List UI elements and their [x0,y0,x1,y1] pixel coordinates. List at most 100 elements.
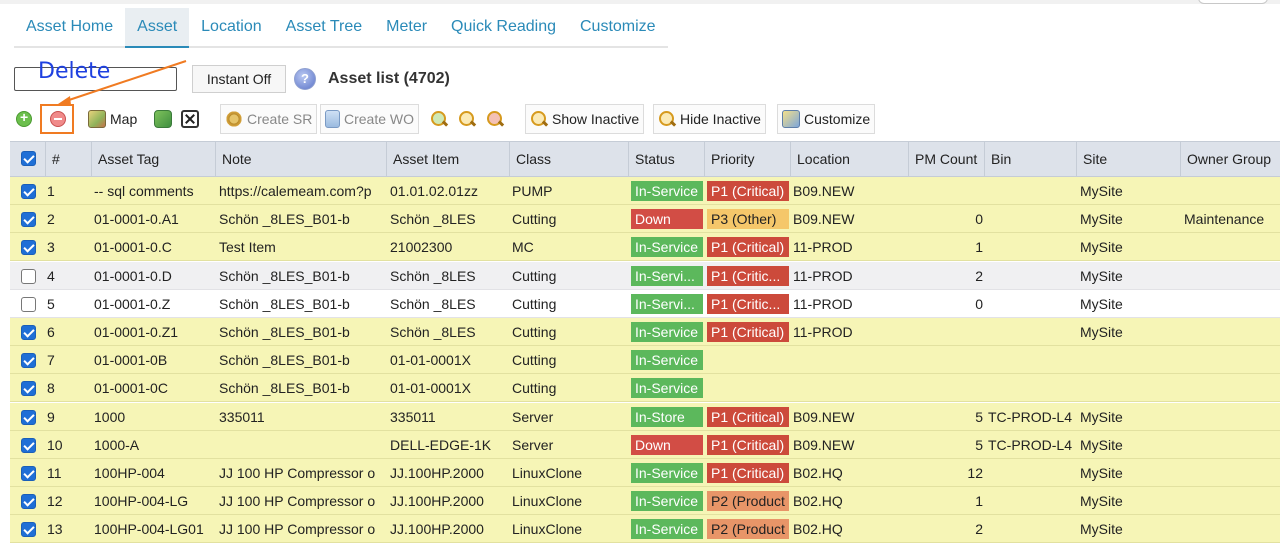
cell-class: LinuxClone [512,493,583,510]
add-button[interactable] [12,104,36,134]
tab-asset-tree[interactable]: Asset Tree [273,8,375,48]
customize-button[interactable]: Customize [777,104,876,134]
row-checkbox[interactable] [21,296,36,312]
cell-site [1080,374,1180,402]
cell-class: PUMP [512,183,553,199]
create-wo-button[interactable]: Create WO [320,104,420,134]
header-pm-count[interactable]: PM Count [909,142,985,176]
priority-badge: P1 (Critic... [707,293,789,314]
header-owner-group[interactable]: Owner Group [1181,142,1280,176]
cell-asset-tag[interactable]: 01-0001-0C [94,374,214,402]
header-class[interactable]: Class [510,142,629,176]
search-button[interactable] [454,104,480,134]
cell-num: 12 [47,493,63,510]
table-row[interactable]: 12 100HP-004-LG JJ 100 HP Compressor o JJ.1… [10,487,1280,516]
cell-asset-tag[interactable]: 01-0001-0.A1 [94,205,214,233]
tab-asset-home[interactable]: Asset Home [14,8,126,48]
row-checkbox[interactable] [21,381,36,397]
tab-asset[interactable]: Asset [125,8,190,48]
cell-asset-tag[interactable]: 1000 [94,403,214,431]
cell-asset-tag[interactable]: 01-0001-0.Z1 [94,318,214,346]
header-site[interactable]: Site [1077,142,1181,176]
table-row[interactable]: 13 100HP-004-LG01 JJ 100 HP Compressor o JJ… [10,515,1280,544]
tab-quick-reading[interactable]: Quick Reading [439,8,568,48]
refresh-button[interactable] [150,104,176,134]
cell-asset-item: 01.01.02.01zz [390,183,478,199]
cell-asset-tag[interactable]: 1000-A [94,431,214,459]
clear-button[interactable] [177,104,203,134]
cell-location: B02.HQ [793,493,843,510]
cell-num: 10 [47,436,63,453]
row-checkbox[interactable] [21,240,36,256]
cell-asset-tag[interactable]: 100HP-004-LG [94,487,214,515]
table-row[interactable]: 4 01-0001-0.D Schön _8LES_B01-b Schön _8LES… [10,261,1280,290]
cell-bin: TC-PROD-L4 [988,436,1073,453]
header-select-all[interactable] [10,142,46,176]
header-asset-tag[interactable]: Asset Tag [92,142,216,176]
tab-customize[interactable]: Customize [568,8,668,48]
show-inactive-label: Show Inactive [552,111,640,127]
header-priority[interactable]: Priority [705,142,791,176]
header-note[interactable]: Note [216,142,387,176]
tab-meter[interactable]: Meter [374,8,440,48]
table-row[interactable]: 2 01-0001-0.A1 Schön _8LES_B01-b Schön _8LE… [10,205,1280,234]
cell-asset-item: Schön _8LES [390,295,476,312]
header-location[interactable]: Location [791,142,909,176]
row-checkbox[interactable] [21,522,36,538]
cell-asset-tag[interactable]: -- sql comments [94,177,214,205]
table-row[interactable]: 6 01-0001-0.Z1 Schön _8LES_B01-b Schön _8LE… [10,318,1280,346]
row-checkbox[interactable] [21,212,36,228]
cell-site: MySite [1080,267,1123,284]
row-checkbox[interactable] [21,268,36,284]
row-checkbox[interactable] [21,353,36,369]
table-row[interactable]: 5 01-0001-0.Z Schön _8LES_B01-b Schön _8LES… [10,289,1280,318]
tab-location[interactable]: Location [189,8,274,48]
cell-site: MySite [1080,295,1123,312]
row-checkbox[interactable] [21,184,36,199]
cell-asset-tag[interactable]: 01-0001-0B [94,346,214,374]
header-asset-item[interactable]: Asset Item [387,142,510,176]
table-row[interactable]: 7 01-0001-0B Schön _8LES_B01-b 01-01-0001X C… [10,346,1280,375]
header-bin[interactable]: Bin [985,142,1077,176]
search-green-button[interactable] [426,104,452,134]
table-row[interactable]: 3 01-0001-0.C Test Item 21002300 MC In-Servic… [10,233,1280,262]
cell-class: LinuxClone [512,521,583,538]
cell-owner-group [1184,403,1280,431]
cell-asset-tag[interactable]: 01-0001-0.C [94,233,214,261]
top-strip [0,0,1280,4]
row-checkbox[interactable] [21,466,36,481]
table-row[interactable]: 1 -- sql comments https://calemeam.com?p 01… [10,177,1280,205]
question-icon[interactable]: ? [294,68,316,90]
row-checkbox[interactable] [21,409,36,425]
table-row[interactable]: 8 01-0001-0C Schön _8LES_B01-b 01-01-0001X C… [10,374,1280,403]
instant-off-button[interactable]: Instant Off [192,65,286,93]
row-checkbox[interactable] [21,494,36,510]
delete-button[interactable] [46,104,70,134]
cell-pm-count [911,177,983,205]
table-row[interactable]: 11 100HP-004 JJ 100 HP Compressor o JJ.100H… [10,459,1280,487]
cell-asset-tag[interactable]: 100HP-004 [94,459,214,487]
header-num[interactable]: # [46,142,92,176]
cell-bin [988,262,1078,290]
table-row[interactable]: 10 1000-A DELL-EDGE-1K Server Down P1 (Critic… [10,430,1280,459]
show-inactive-button[interactable]: Show Inactive [525,104,645,134]
top-pill[interactable] [1198,0,1268,4]
cell-location: B09.NEW [793,408,855,425]
cell-note: Schön _8LES_B01-b [219,352,350,369]
cell-asset-tag[interactable]: 01-0001-0.Z [94,290,214,318]
cell-asset-item: Schön _8LES [390,324,476,340]
create-sr-button[interactable]: Create SR [220,104,318,134]
priority-badge: P1 (Critical) [707,406,789,427]
search-red-button[interactable] [482,104,508,134]
cell-asset-tag[interactable]: 100HP-004-LG01 [94,515,214,543]
row-checkbox[interactable] [21,325,36,340]
cell-asset-tag[interactable]: 01-0001-0.D [94,262,214,290]
select-all-checkbox[interactable] [21,151,36,166]
row-checkbox[interactable] [21,437,36,453]
hide-inactive-button[interactable]: Hide Inactive [653,104,766,134]
map-button[interactable]: Map [84,104,137,134]
create-sr-label: Create SR [247,111,313,127]
status-badge: In-Service [631,519,703,540]
header-status[interactable]: Status [629,142,705,176]
table-row[interactable]: 9 1000 335011 335011 Server In-Store P1 (Criti… [10,402,1280,431]
